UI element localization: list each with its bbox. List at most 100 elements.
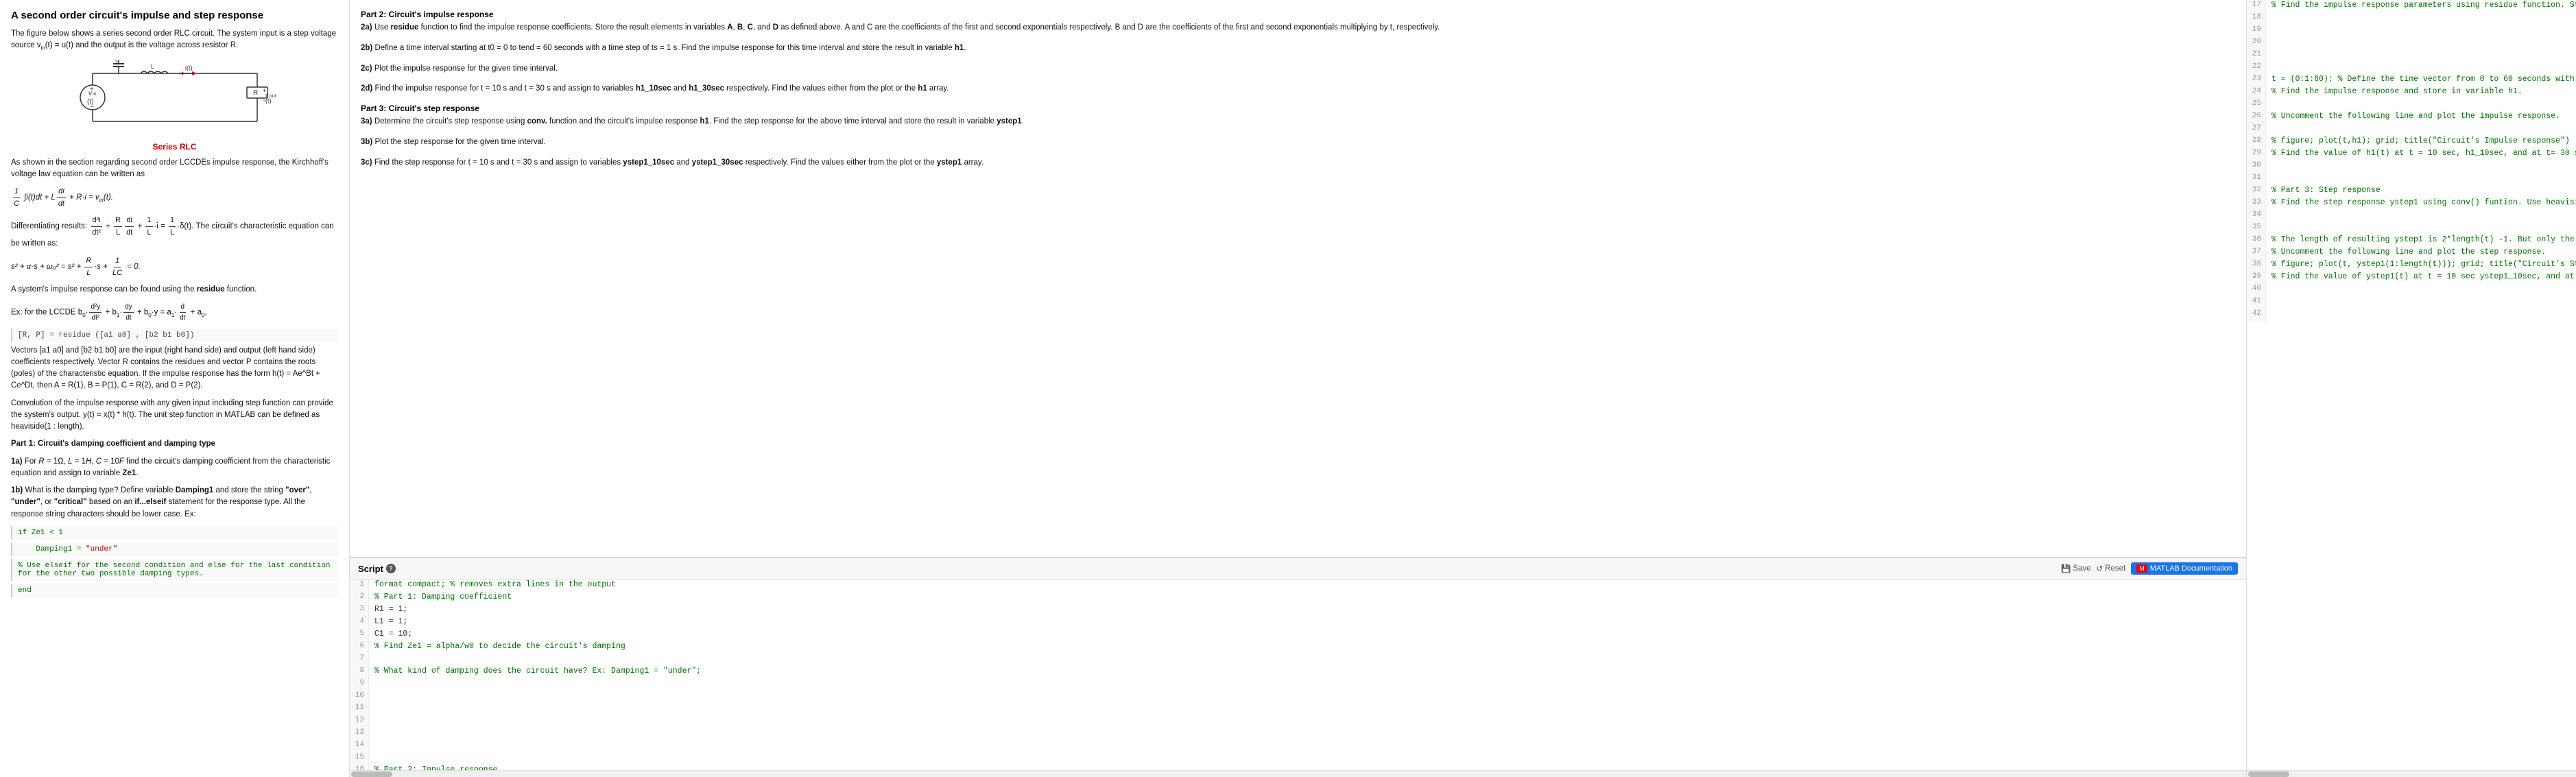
script-scrollbar[interactable] bbox=[350, 770, 2246, 777]
right-line-26: 26 % Uncomment the following line and pl… bbox=[2247, 111, 2576, 123]
reset-icon: ↺ bbox=[2097, 564, 2103, 573]
script-panel: Script ? 💾 Save ↺ Reset M MATLAB Documen… bbox=[350, 558, 2246, 777]
desc6: Convolution of the impulse response with… bbox=[11, 398, 338, 433]
script-title: Script ? bbox=[358, 564, 396, 574]
script-line-15: 15 bbox=[350, 752, 2246, 765]
part2-title: Part 2: Circuit's impulse response bbox=[361, 10, 2235, 19]
page-title: A second order circuit's impulse and ste… bbox=[11, 10, 338, 21]
right-line-42: 42 bbox=[2247, 309, 2576, 321]
part3b-block: 3b) Plot the step response for the given… bbox=[361, 136, 2235, 149]
right-line-29: 29 % Find the value of h1(t) at t = 10 s… bbox=[2247, 148, 2576, 160]
right-line-39: 39 % Find the value of ystep1(t) at t = … bbox=[2247, 272, 2576, 284]
right-line-21: 21 bbox=[2247, 49, 2576, 62]
part3-title: Part 3: Circuit's step response bbox=[361, 104, 2235, 113]
right-scrollbar[interactable] bbox=[2247, 770, 2576, 777]
right-line-35: 35 bbox=[2247, 222, 2576, 235]
matlab-docs-button[interactable]: M MATLAB Documentation bbox=[2131, 562, 2238, 575]
part2b-block: 2b) Define a time interval starting at t… bbox=[361, 43, 2235, 55]
script-buttons: 💾 Save ↺ Reset M MATLAB Documentation bbox=[2061, 562, 2238, 575]
svg-text:i(t): i(t) bbox=[185, 64, 193, 71]
desc1: As shown in the section regarding second… bbox=[11, 157, 338, 181]
desc4: Ex: for the LCCDE b0·d²ydt² + b1·dydt + … bbox=[11, 302, 338, 323]
right-line-34: 34 bbox=[2247, 210, 2576, 222]
script-line-10: 10 bbox=[350, 691, 2246, 703]
script-line-2: 2 % Part 1: Damping coefficient bbox=[350, 592, 2246, 604]
script-line-7: 7 bbox=[350, 654, 2246, 666]
right-line-31: 31 bbox=[2247, 173, 2576, 185]
right-line-27: 27 bbox=[2247, 123, 2576, 136]
middle-panel: Part 2: Circuit's impulse response 2a) U… bbox=[350, 0, 2247, 777]
right-line-38: 38 % figure; plot(t, ystep1(1:length(t))… bbox=[2247, 259, 2576, 272]
script-line-6: 6 % Find Ze1 = alpha/w0 to decide the ci… bbox=[350, 641, 2246, 654]
script-label: Script bbox=[358, 564, 383, 574]
save-button[interactable]: 💾 Save bbox=[2061, 564, 2091, 573]
script-line-9: 9 bbox=[350, 678, 2246, 691]
svg-text:L: L bbox=[151, 63, 154, 70]
script-line-16: 16 % Part 2: Impulse response bbox=[350, 765, 2246, 770]
part1-title: Part 1: Circuit's damping coefficient an… bbox=[11, 438, 338, 450]
script-editor[interactable]: 1 format compact; % removes extra lines … bbox=[350, 579, 2246, 770]
part3a-text: 3a) Determine the circuit's step respons… bbox=[361, 116, 2235, 128]
series-rlc-label: Series RLC bbox=[11, 142, 338, 152]
left-panel: A second order circuit's impulse and ste… bbox=[0, 0, 350, 777]
right-line-37: 37 % Uncomment the following line and pl… bbox=[2247, 247, 2576, 259]
script-line-1: 1 format compact; % removes extra lines … bbox=[350, 579, 2246, 592]
right-line-24: 24 % Find the impulse response and store… bbox=[2247, 86, 2576, 99]
main-container: A second order circuit's impulse and ste… bbox=[0, 0, 2576, 777]
circuit-svg: v in (t) + − C L bbox=[72, 60, 278, 135]
svg-text:(t): (t) bbox=[265, 97, 272, 104]
right-line-40: 40 bbox=[2247, 284, 2576, 296]
right-line-36: 36 % The length of resulting ystep1 is 2… bbox=[2247, 235, 2576, 247]
circuit-diagram: v in (t) + − C L bbox=[11, 60, 338, 135]
right-line-18: 18 bbox=[2247, 12, 2576, 25]
right-line-20: 20 bbox=[2247, 37, 2576, 49]
svg-text:C: C bbox=[115, 60, 120, 64]
right-line-33: 33 % Find the step response ystep1 using… bbox=[2247, 198, 2576, 210]
math1: 1C ∫i(t)dt + Ldidt + R·i = vin(t). bbox=[11, 186, 338, 209]
desc3: A system's impulse response can be found… bbox=[11, 284, 338, 296]
right-line-25: 25 bbox=[2247, 99, 2576, 111]
svg-text:R: R bbox=[253, 89, 258, 97]
code-residue: [R, P] = residue ([a1 a0] , [b2 b1 b0]) bbox=[11, 328, 338, 342]
part2c-text: 2c) Plot the impulse response for the gi… bbox=[361, 63, 2235, 75]
right-line-28: 28 % figure; plot(t,h1); grid; title("Ci… bbox=[2247, 136, 2576, 148]
right-line-23: 23 t = (0:1:60); % Define the time vecto… bbox=[2247, 74, 2576, 86]
right-line-22: 22 bbox=[2247, 62, 2576, 74]
code-damping: Damping1 = "under" bbox=[11, 542, 338, 556]
script-line-11: 11 bbox=[350, 703, 2246, 715]
code-comment-elseif: % Use elseif for the second condition an… bbox=[11, 559, 338, 581]
script-line-3: 3 R1 = 1; bbox=[350, 604, 2246, 617]
part3a-block: 3a) Determine the circuit's step respons… bbox=[361, 116, 2235, 128]
right-line-41: 41 bbox=[2247, 296, 2576, 309]
info-icon: ? bbox=[386, 564, 396, 573]
part3c-block: 3c) Find the step response for t = 10 s … bbox=[361, 157, 2235, 169]
code-end: end bbox=[11, 584, 338, 597]
part3b-text: 3b) Plot the step response for the given… bbox=[361, 136, 2235, 149]
part1a-text: 1a) For R = 1Ω, L = 1H, C = 10F find the… bbox=[11, 456, 338, 480]
part2b-text: 2b) Define a time interval starting at t… bbox=[361, 43, 2235, 55]
math2: s² + α·s + ω₀² = s² + RL·s + 1LC = 0. bbox=[11, 255, 338, 278]
right-line-19: 19 bbox=[2247, 25, 2576, 37]
script-line-13: 13 bbox=[350, 728, 2246, 740]
svg-text:−: − bbox=[90, 104, 94, 111]
script-line-8: 8 % What kind of damping does the circui… bbox=[350, 666, 2246, 678]
script-line-12: 12 bbox=[350, 715, 2246, 728]
right-line-30: 30 bbox=[2247, 160, 2576, 173]
code-if1: if Ze1 < 1 bbox=[11, 526, 338, 540]
part2a-text: 2a) Use residue function to find the imp… bbox=[361, 22, 2235, 34]
part3c-text: 3c) Find the step response for t = 10 s … bbox=[361, 157, 2235, 169]
reset-button[interactable]: ↺ Reset bbox=[2097, 564, 2126, 573]
svg-text:+: + bbox=[90, 86, 94, 93]
matlab-icon: M bbox=[2136, 564, 2147, 573]
intro-text: The figure below shows a series second o… bbox=[11, 28, 338, 53]
part2d-block: 2d) Find the impulse response for t = 10… bbox=[361, 83, 2235, 95]
part2c-block: 2c) Plot the impulse response for the gi… bbox=[361, 63, 2235, 75]
script-header: Script ? 💾 Save ↺ Reset M MATLAB Documen… bbox=[350, 558, 2246, 579]
part2d-text: 2d) Find the impulse response for t = 10… bbox=[361, 83, 2235, 95]
script-line-4: 4 L1 = 1; bbox=[350, 617, 2246, 629]
problem-description: Part 2: Circuit's impulse response 2a) U… bbox=[350, 0, 2246, 558]
save-icon: 💾 bbox=[2061, 564, 2071, 573]
right-line-17: 17 % Find the impulse response parameter… bbox=[2247, 0, 2576, 12]
part1b-text: 1b) What is the damping type? Define var… bbox=[11, 485, 338, 521]
right-editor[interactable]: 17 % Find the impulse response parameter… bbox=[2247, 0, 2576, 770]
